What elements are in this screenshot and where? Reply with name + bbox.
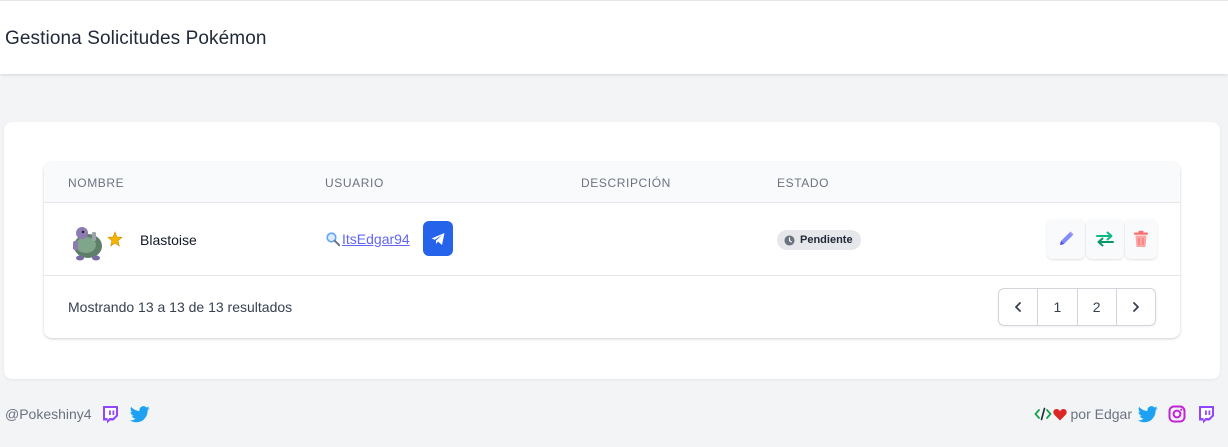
heart-icon (1052, 404, 1068, 424)
footer-credit: por Edgar (1070, 406, 1132, 422)
pencil-icon (1060, 231, 1074, 245)
user-name: ItsEdgar94 (342, 231, 410, 247)
chevron-right-icon (1132, 302, 1139, 312)
trash-icon (1134, 230, 1148, 247)
column-header-descripcion: Descripción (581, 176, 671, 190)
top-bar: Gestiona Solicitudes Pokémon (0, 0, 1228, 74)
blastoise-sprite-icon (73, 227, 102, 261)
instagram-icon[interactable] (1167, 404, 1187, 424)
telegram-icon (431, 232, 445, 245)
telegram-button[interactable] (423, 221, 453, 256)
results-summary: Mostrando 13 a 13 de 13 resultados (68, 299, 293, 315)
page-1-button[interactable]: 1 (1038, 289, 1078, 325)
pokemon-name: Blastoise (140, 232, 197, 248)
twitter-icon[interactable] (129, 404, 150, 424)
column-header-estado: Estado (777, 176, 830, 190)
page-title: Gestiona Solicitudes Pokémon (5, 28, 267, 49)
user-link[interactable]: ItsEdgar94 (325, 231, 410, 247)
twitch-icon[interactable] (100, 404, 120, 424)
prev-page-button[interactable] (999, 289, 1039, 325)
shiny-star-icon (107, 231, 123, 247)
search-icon (326, 232, 341, 247)
chevron-left-icon (1015, 302, 1022, 312)
requests-table: Nombre Usuario Descripción Estado Blasto… (44, 162, 1180, 338)
status-label: Pendiente (800, 234, 853, 246)
twitter-icon[interactable] (1138, 404, 1158, 424)
delete-button[interactable] (1125, 219, 1157, 259)
table-header: Nombre Usuario Descripción Estado (44, 162, 1180, 203)
footer-right: por Edgar (1033, 404, 1216, 424)
page-2-button[interactable]: 2 (1078, 289, 1117, 325)
code-icon (1033, 404, 1052, 424)
edit-button[interactable] (1047, 219, 1085, 259)
swap-arrows-icon (1096, 231, 1114, 247)
next-page-button[interactable] (1117, 289, 1155, 325)
status-badge: Pendiente (777, 230, 861, 250)
table-row: Blastoise ItsEdgar94 Pendiente (44, 203, 1180, 276)
footer-left: @Pokeshiny4 (5, 404, 150, 424)
swap-button[interactable] (1086, 219, 1124, 259)
twitch-icon[interactable] (1196, 404, 1216, 424)
footer-handle: @Pokeshiny4 (5, 406, 92, 422)
column-header-usuario: Usuario (325, 176, 384, 190)
column-header-nombre: Nombre (68, 176, 125, 190)
requests-card: Nombre Usuario Descripción Estado Blasto… (4, 122, 1220, 379)
pagination: 1 2 (998, 288, 1156, 326)
clock-icon (784, 234, 795, 246)
